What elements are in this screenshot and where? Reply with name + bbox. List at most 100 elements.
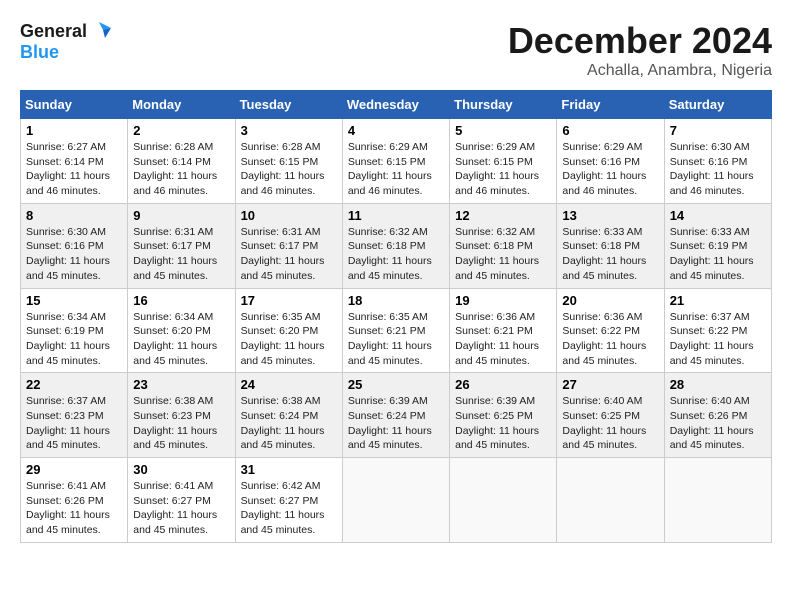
table-row: 28 Sunrise: 6:40 AM Sunset: 6:26 PM Dayl… — [664, 373, 771, 458]
table-row: 14 Sunrise: 6:33 AM Sunset: 6:19 PM Dayl… — [664, 203, 771, 288]
day-number: 16 — [133, 293, 229, 308]
table-row: 11 Sunrise: 6:32 AM Sunset: 6:18 PM Dayl… — [342, 203, 449, 288]
day-number: 10 — [241, 208, 337, 223]
logo: General Blue — [20, 20, 111, 63]
day-number: 6 — [562, 123, 658, 138]
day-info: Sunrise: 6:33 AM Sunset: 6:18 PM Dayligh… — [562, 225, 658, 284]
day-info: Sunrise: 6:41 AM Sunset: 6:27 PM Dayligh… — [133, 479, 229, 538]
col-monday: Monday — [128, 91, 235, 119]
day-info: Sunrise: 6:28 AM Sunset: 6:15 PM Dayligh… — [241, 140, 337, 199]
table-row: 18 Sunrise: 6:35 AM Sunset: 6:21 PM Dayl… — [342, 288, 449, 373]
day-number: 12 — [455, 208, 551, 223]
table-row: 31 Sunrise: 6:42 AM Sunset: 6:27 PM Dayl… — [235, 458, 342, 543]
table-row: 20 Sunrise: 6:36 AM Sunset: 6:22 PM Dayl… — [557, 288, 664, 373]
day-number: 13 — [562, 208, 658, 223]
day-number: 14 — [670, 208, 766, 223]
table-row: 8 Sunrise: 6:30 AM Sunset: 6:16 PM Dayli… — [21, 203, 128, 288]
day-info: Sunrise: 6:30 AM Sunset: 6:16 PM Dayligh… — [26, 225, 122, 284]
day-number: 17 — [241, 293, 337, 308]
day-info: Sunrise: 6:40 AM Sunset: 6:25 PM Dayligh… — [562, 394, 658, 453]
table-row — [557, 458, 664, 543]
col-tuesday: Tuesday — [235, 91, 342, 119]
table-row — [450, 458, 557, 543]
table-row: 5 Sunrise: 6:29 AM Sunset: 6:15 PM Dayli… — [450, 119, 557, 204]
table-row — [664, 458, 771, 543]
table-row: 26 Sunrise: 6:39 AM Sunset: 6:25 PM Dayl… — [450, 373, 557, 458]
table-row: 2 Sunrise: 6:28 AM Sunset: 6:14 PM Dayli… — [128, 119, 235, 204]
calendar-week-row: 1 Sunrise: 6:27 AM Sunset: 6:14 PM Dayli… — [21, 119, 772, 204]
day-info: Sunrise: 6:38 AM Sunset: 6:23 PM Dayligh… — [133, 394, 229, 453]
day-number: 4 — [348, 123, 444, 138]
col-thursday: Thursday — [450, 91, 557, 119]
day-number: 7 — [670, 123, 766, 138]
day-info: Sunrise: 6:39 AM Sunset: 6:24 PM Dayligh… — [348, 394, 444, 453]
table-row: 25 Sunrise: 6:39 AM Sunset: 6:24 PM Dayl… — [342, 373, 449, 458]
day-number: 2 — [133, 123, 229, 138]
day-number: 22 — [26, 377, 122, 392]
calendar-week-row: 22 Sunrise: 6:37 AM Sunset: 6:23 PM Dayl… — [21, 373, 772, 458]
day-number: 29 — [26, 462, 122, 477]
day-info: Sunrise: 6:33 AM Sunset: 6:19 PM Dayligh… — [670, 225, 766, 284]
day-info: Sunrise: 6:42 AM Sunset: 6:27 PM Dayligh… — [241, 479, 337, 538]
location-title: Achalla, Anambra, Nigeria — [508, 62, 772, 80]
table-row: 13 Sunrise: 6:33 AM Sunset: 6:18 PM Dayl… — [557, 203, 664, 288]
title-area: December 2024 Achalla, Anambra, Nigeria — [508, 20, 772, 80]
day-number: 9 — [133, 208, 229, 223]
day-info: Sunrise: 6:41 AM Sunset: 6:26 PM Dayligh… — [26, 479, 122, 538]
day-number: 24 — [241, 377, 337, 392]
day-info: Sunrise: 6:29 AM Sunset: 6:15 PM Dayligh… — [348, 140, 444, 199]
table-row: 15 Sunrise: 6:34 AM Sunset: 6:19 PM Dayl… — [21, 288, 128, 373]
day-number: 28 — [670, 377, 766, 392]
calendar-body: 1 Sunrise: 6:27 AM Sunset: 6:14 PM Dayli… — [21, 119, 772, 543]
day-number: 30 — [133, 462, 229, 477]
day-info: Sunrise: 6:36 AM Sunset: 6:21 PM Dayligh… — [455, 310, 551, 369]
table-row: 16 Sunrise: 6:34 AM Sunset: 6:20 PM Dayl… — [128, 288, 235, 373]
table-row: 21 Sunrise: 6:37 AM Sunset: 6:22 PM Dayl… — [664, 288, 771, 373]
day-info: Sunrise: 6:40 AM Sunset: 6:26 PM Dayligh… — [670, 394, 766, 453]
day-info: Sunrise: 6:39 AM Sunset: 6:25 PM Dayligh… — [455, 394, 551, 453]
day-info: Sunrise: 6:34 AM Sunset: 6:19 PM Dayligh… — [26, 310, 122, 369]
calendar-week-row: 8 Sunrise: 6:30 AM Sunset: 6:16 PM Dayli… — [21, 203, 772, 288]
table-row: 30 Sunrise: 6:41 AM Sunset: 6:27 PM Dayl… — [128, 458, 235, 543]
table-row — [342, 458, 449, 543]
day-number: 26 — [455, 377, 551, 392]
day-number: 11 — [348, 208, 444, 223]
day-number: 31 — [241, 462, 337, 477]
table-row: 10 Sunrise: 6:31 AM Sunset: 6:17 PM Dayl… — [235, 203, 342, 288]
table-row: 1 Sunrise: 6:27 AM Sunset: 6:14 PM Dayli… — [21, 119, 128, 204]
day-info: Sunrise: 6:29 AM Sunset: 6:16 PM Dayligh… — [562, 140, 658, 199]
day-info: Sunrise: 6:38 AM Sunset: 6:24 PM Dayligh… — [241, 394, 337, 453]
day-info: Sunrise: 6:31 AM Sunset: 6:17 PM Dayligh… — [241, 225, 337, 284]
table-row: 27 Sunrise: 6:40 AM Sunset: 6:25 PM Dayl… — [557, 373, 664, 458]
table-row: 12 Sunrise: 6:32 AM Sunset: 6:18 PM Dayl… — [450, 203, 557, 288]
day-number: 25 — [348, 377, 444, 392]
table-row: 29 Sunrise: 6:41 AM Sunset: 6:26 PM Dayl… — [21, 458, 128, 543]
logo-bird-icon — [89, 20, 111, 42]
table-row: 7 Sunrise: 6:30 AM Sunset: 6:16 PM Dayli… — [664, 119, 771, 204]
col-saturday: Saturday — [664, 91, 771, 119]
day-info: Sunrise: 6:37 AM Sunset: 6:23 PM Dayligh… — [26, 394, 122, 453]
col-wednesday: Wednesday — [342, 91, 449, 119]
table-row: 23 Sunrise: 6:38 AM Sunset: 6:23 PM Dayl… — [128, 373, 235, 458]
day-info: Sunrise: 6:36 AM Sunset: 6:22 PM Dayligh… — [562, 310, 658, 369]
table-row: 6 Sunrise: 6:29 AM Sunset: 6:16 PM Dayli… — [557, 119, 664, 204]
day-number: 20 — [562, 293, 658, 308]
day-number: 27 — [562, 377, 658, 392]
table-row: 19 Sunrise: 6:36 AM Sunset: 6:21 PM Dayl… — [450, 288, 557, 373]
day-info: Sunrise: 6:35 AM Sunset: 6:21 PM Dayligh… — [348, 310, 444, 369]
day-number: 3 — [241, 123, 337, 138]
day-number: 8 — [26, 208, 122, 223]
day-info: Sunrise: 6:31 AM Sunset: 6:17 PM Dayligh… — [133, 225, 229, 284]
day-info: Sunrise: 6:37 AM Sunset: 6:22 PM Dayligh… — [670, 310, 766, 369]
table-row: 22 Sunrise: 6:37 AM Sunset: 6:23 PM Dayl… — [21, 373, 128, 458]
header: General Blue December 2024 Achalla, Anam… — [20, 20, 772, 80]
table-row: 17 Sunrise: 6:35 AM Sunset: 6:20 PM Dayl… — [235, 288, 342, 373]
month-title: December 2024 — [508, 20, 772, 62]
calendar-week-row: 15 Sunrise: 6:34 AM Sunset: 6:19 PM Dayl… — [21, 288, 772, 373]
day-info: Sunrise: 6:32 AM Sunset: 6:18 PM Dayligh… — [348, 225, 444, 284]
day-number: 19 — [455, 293, 551, 308]
day-number: 5 — [455, 123, 551, 138]
table-row: 9 Sunrise: 6:31 AM Sunset: 6:17 PM Dayli… — [128, 203, 235, 288]
table-row: 4 Sunrise: 6:29 AM Sunset: 6:15 PM Dayli… — [342, 119, 449, 204]
calendar: Sunday Monday Tuesday Wednesday Thursday… — [20, 90, 772, 543]
